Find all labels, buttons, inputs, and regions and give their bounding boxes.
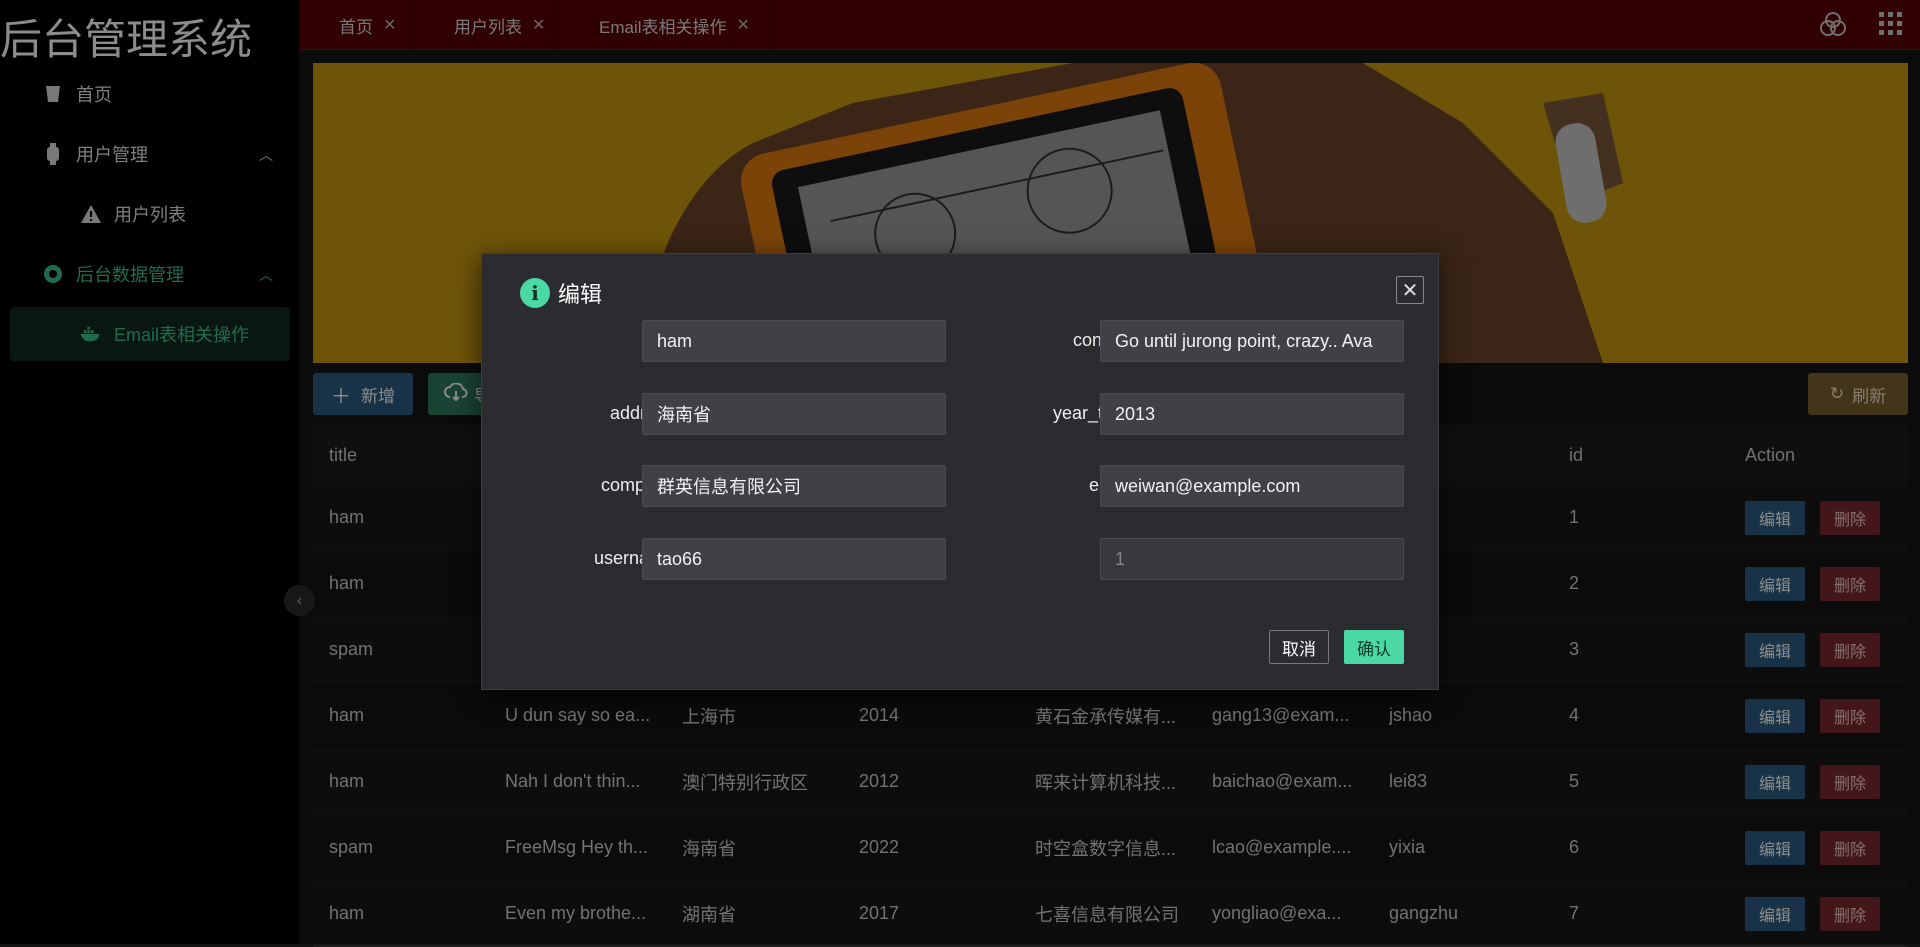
close-icon[interactable]: ✕ [1396, 276, 1424, 304]
company-field[interactable]: 群英信息有限公司 [642, 465, 946, 507]
dialog-title: 编辑 [558, 282, 603, 307]
email-field[interactable]: weiwan@example.com [1100, 465, 1404, 507]
dialog-header: i 编辑 [520, 277, 602, 309]
info-icon: i [520, 278, 550, 308]
username-field[interactable]: tao66 [642, 538, 946, 580]
address-field[interactable]: 海南省 [642, 393, 946, 435]
edit-dialog: i 编辑 ✕ title ham content Go until jurong… [481, 253, 1439, 690]
title-field[interactable]: ham [642, 320, 946, 362]
year-time-field[interactable]: 2013 [1100, 393, 1404, 435]
content-field[interactable]: Go until jurong point, crazy.. Ava [1100, 320, 1404, 362]
id-field: 1 [1100, 538, 1404, 580]
cancel-button[interactable]: 取消 [1269, 630, 1329, 664]
confirm-button[interactable]: 确认 [1344, 630, 1404, 664]
